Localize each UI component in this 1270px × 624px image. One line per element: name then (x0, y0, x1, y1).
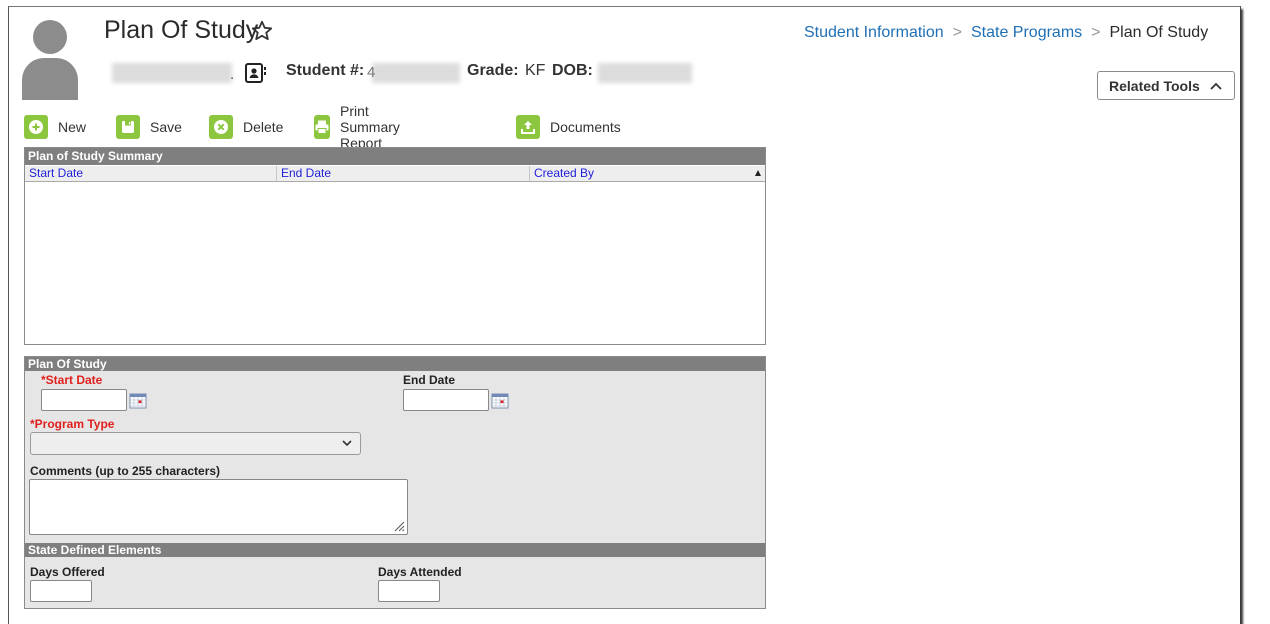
floppy-disk-icon (116, 115, 140, 139)
delete-circle-icon (209, 115, 233, 139)
related-tools-button[interactable]: Related Tools (1097, 71, 1235, 100)
avatar-head (33, 20, 67, 54)
dob-label: DOB: (552, 62, 593, 79)
avatar-body (22, 58, 78, 100)
chevron-down-icon (342, 440, 352, 447)
plus-circle-icon (24, 115, 48, 139)
breadcrumb-current: Plan Of Study (1109, 24, 1209, 41)
days-attended-input[interactable] (378, 580, 440, 602)
contact-card-icon[interactable] (244, 62, 268, 84)
grade-label: Grade: (467, 62, 519, 79)
student-name-tail: . (230, 66, 235, 83)
days-offered-label: Days Offered (30, 565, 105, 579)
breadcrumb-separator-icon: > (952, 24, 962, 41)
days-attended-label: Days Attended (378, 565, 462, 579)
documents-button[interactable]: Documents (516, 113, 621, 141)
comments-textarea[interactable] (29, 479, 408, 535)
student-name-redacted (112, 63, 232, 83)
program-type-label: *Program Type (30, 417, 115, 431)
form-panel-title: Plan Of Study (25, 357, 765, 371)
print-summary-report-button[interactable]: Print Summary Report (314, 103, 408, 151)
summary-panel-title: Plan of Study Summary (25, 148, 765, 165)
end-date-label: End Date (403, 373, 456, 387)
days-offered-input[interactable] (30, 580, 92, 602)
delete-button[interactable]: Delete (209, 113, 283, 141)
print-summary-report-label: Print Summary Report (340, 103, 400, 151)
breadcrumb: Student Information > State Programs > Plan … (804, 24, 1208, 42)
start-date-input[interactable] (41, 389, 127, 411)
program-type-select[interactable] (30, 432, 361, 455)
state-defined-elements-title: State Defined Elements (25, 543, 765, 557)
column-header-end-date[interactable]: End Date (277, 166, 530, 181)
student-number-redacted (372, 63, 460, 83)
new-button-label: New (58, 119, 87, 135)
related-tools-label: Related Tools (1109, 77, 1200, 94)
column-header-created-by[interactable]: Created By (530, 166, 765, 181)
page-title: Plan Of Study (104, 16, 259, 44)
student-number-partial: 4 (367, 64, 376, 81)
comments-label: Comments (up to 255 characters) (30, 464, 221, 478)
save-button[interactable]: Save (116, 113, 182, 141)
breadcrumb-student-information[interactable]: Student Information (804, 24, 944, 41)
star-icon[interactable] (250, 19, 274, 43)
calendar-icon[interactable] (129, 393, 147, 409)
dob-redacted (598, 63, 692, 83)
sort-ascending-icon[interactable] (755, 170, 761, 176)
avatar (22, 18, 78, 100)
resize-grip-icon[interactable] (393, 520, 405, 532)
end-date-input[interactable] (403, 389, 489, 411)
calendar-icon[interactable] (491, 393, 509, 409)
breadcrumb-state-programs[interactable]: State Programs (971, 24, 1082, 41)
new-button[interactable]: New (24, 113, 86, 141)
column-header-start-date[interactable]: Start Date (25, 166, 277, 181)
breadcrumb-separator-icon: > (1091, 24, 1101, 41)
upload-icon (516, 115, 540, 139)
delete-button-label: Delete (243, 119, 284, 135)
documents-button-label: Documents (550, 119, 621, 135)
chevron-up-icon (1210, 82, 1222, 90)
printer-icon (314, 115, 330, 139)
start-date-label: *Start Date (41, 373, 103, 387)
save-button-label: Save (150, 119, 182, 135)
student-number-label: Student #: (286, 62, 365, 79)
grade-value: KF (525, 62, 546, 79)
summary-column-headers: Start Date End Date Created By (25, 166, 765, 182)
